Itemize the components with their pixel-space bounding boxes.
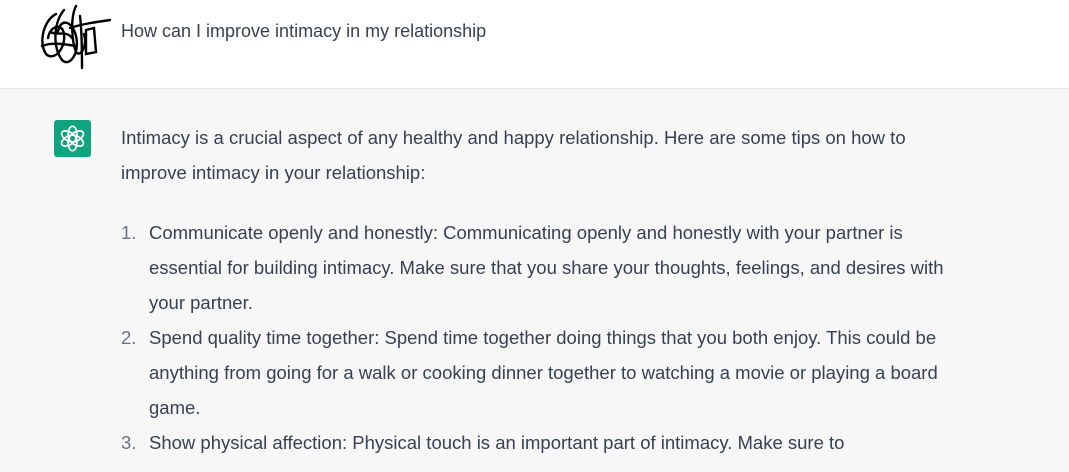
- list-item-text: Communicate openly and honestly: Communi…: [149, 222, 944, 313]
- answer-intro: Intimacy is a crucial aspect of any heal…: [121, 127, 906, 183]
- assistant-message-row: Intimacy is a crucial aspect of any heal…: [0, 89, 1069, 472]
- list-item: 3. Show physical affection: Physical tou…: [121, 425, 951, 460]
- tips-list: 1. Communicate openly and honestly: Comm…: [121, 215, 951, 460]
- list-item-text: Spend quality time together: Spend time …: [149, 327, 938, 418]
- openai-logo-icon: [54, 120, 91, 157]
- list-number: 1.: [121, 222, 137, 243]
- assistant-answer: Intimacy is a crucial aspect of any heal…: [121, 120, 951, 460]
- list-number: 2.: [121, 327, 137, 348]
- list-number: 3.: [121, 432, 137, 453]
- list-item: 1. Communicate openly and honestly: Comm…: [121, 215, 951, 320]
- list-item-text: Show physical affection: Physical touch …: [149, 432, 845, 453]
- user-message-text: How can I improve intimacy in my relatio…: [121, 21, 487, 41]
- user-message-row: How can I improve intimacy in my relatio…: [0, 0, 1069, 89]
- user-avatar-icon: [36, 2, 112, 72]
- list-item: 2. Spend quality time together: Spend ti…: [121, 320, 951, 425]
